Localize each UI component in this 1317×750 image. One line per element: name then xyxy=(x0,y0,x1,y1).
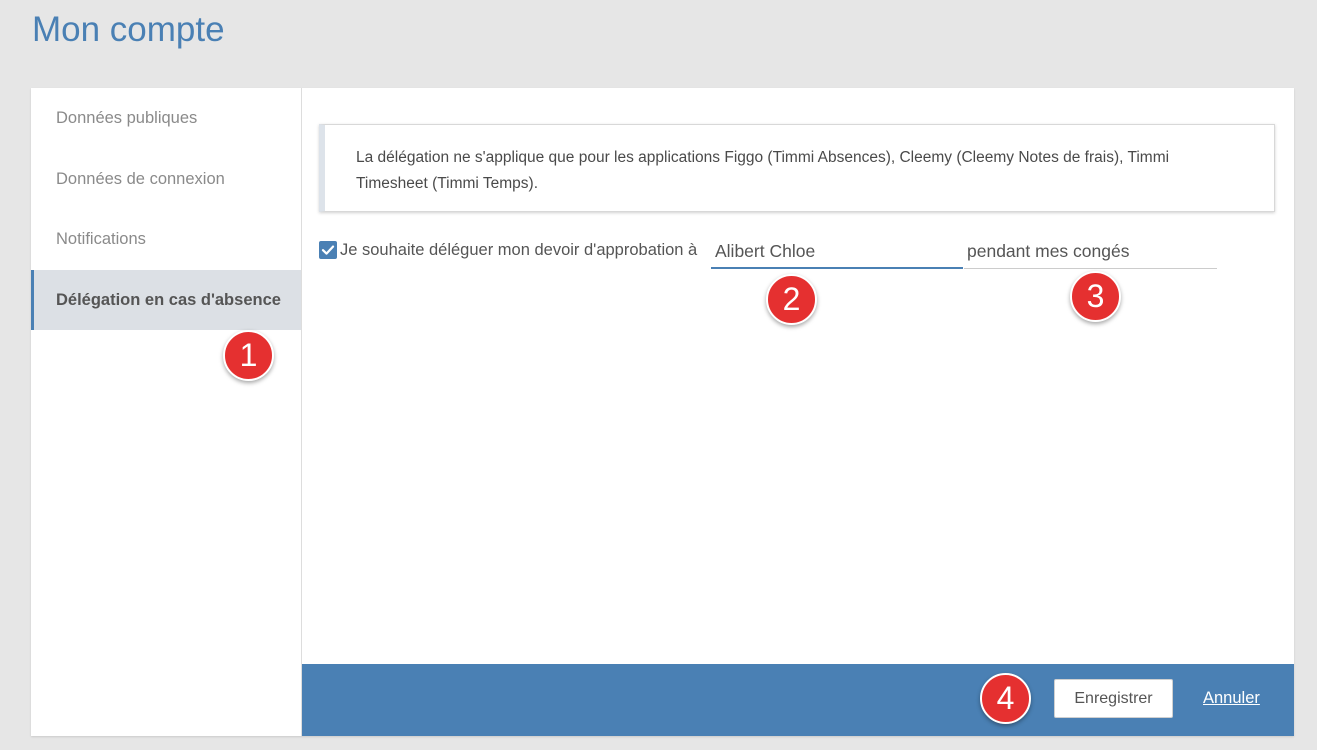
page-title: Mon compte xyxy=(32,10,225,49)
sidebar-item-label: Notifications xyxy=(56,230,146,248)
sidebar-item-notifications[interactable]: Notifications xyxy=(31,209,301,269)
main-content: La délégation ne s'applique que pour les… xyxy=(302,88,1294,736)
delegation-checkbox[interactable] xyxy=(319,241,337,259)
info-box: La délégation ne s'applique que pour les… xyxy=(319,124,1275,212)
sidebar-item-label: Données publiques xyxy=(56,109,198,127)
account-panel: Données publiques Données de connexion N… xyxy=(31,88,1294,736)
sidebar-item-label: Données de connexion xyxy=(56,170,225,188)
cancel-link[interactable]: Annuler xyxy=(1203,688,1260,708)
checkmark-icon xyxy=(321,245,335,255)
form-footer: Enregistrer Annuler xyxy=(302,664,1294,736)
delegation-checkbox-label: Je souhaite déléguer mon devoir d'approb… xyxy=(340,241,698,259)
delegation-period-input[interactable] xyxy=(964,235,1217,269)
sidebar-item-public-data[interactable]: Données publiques xyxy=(31,88,301,148)
info-text: La délégation ne s'applique que pour les… xyxy=(356,149,1170,192)
delegate-user-input[interactable] xyxy=(711,235,963,269)
sidebar-item-label: Délégation en cas d'absence xyxy=(56,291,281,309)
save-button[interactable]: Enregistrer xyxy=(1054,679,1173,718)
step-badge-2: 2 xyxy=(766,274,817,325)
step-badge-4: 4 xyxy=(980,673,1031,724)
step-badge-1: 1 xyxy=(223,330,274,381)
sidebar-item-delegation[interactable]: Délégation en cas d'absence xyxy=(31,270,301,330)
sidebar: Données publiques Données de connexion N… xyxy=(31,88,302,736)
sidebar-item-connection-data[interactable]: Données de connexion xyxy=(31,149,301,209)
step-badge-3: 3 xyxy=(1070,271,1121,322)
